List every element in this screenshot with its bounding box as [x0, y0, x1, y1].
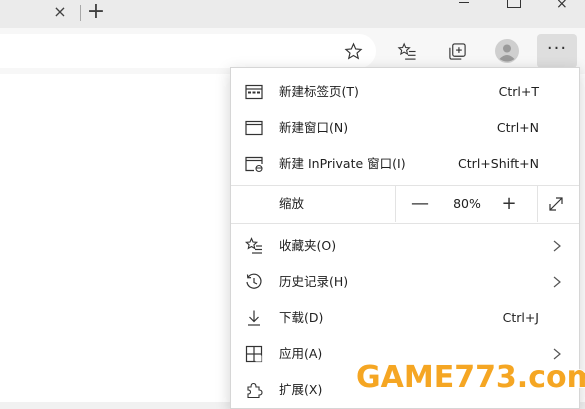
zoom-out-button[interactable]: — [407, 186, 433, 222]
game773-watermark-logo: GAME773.com [355, 359, 585, 396]
profile-icon[interactable] [495, 39, 519, 63]
menu-item-label: 历史记录(H) [279, 274, 349, 289]
tab-strip: × + × [0, 0, 585, 28]
menu-item-shortcut: Ctrl+Shift+N [458, 156, 539, 171]
menu-item-label: 新建 InPrivate 窗口(I) [279, 156, 406, 171]
tab-close-button[interactable]: × [52, 4, 68, 20]
more-icon: ··· [546, 38, 568, 59]
extensions-icon [247, 382, 263, 399]
apps-icon [245, 345, 263, 363]
new-tab-icon [245, 84, 263, 100]
watermark-text: GAME773.com [356, 360, 585, 395]
zoom-value: 80% [453, 196, 481, 211]
menu-item-favorites[interactable]: 收藏夹(O) [231, 228, 579, 264]
history-icon [246, 273, 262, 289]
zoom-divider [537, 186, 538, 222]
menu-item-history[interactable]: 历史记录(H) [231, 264, 579, 300]
close-window-button[interactable]: × [556, 0, 568, 12]
menu-item-new-tab[interactable]: 新建标签页(T) Ctrl+T [231, 74, 579, 110]
zoom-label: 缩放 [279, 196, 305, 211]
menu-item-label: 下载(D) [279, 310, 324, 325]
new-tab-button[interactable]: + [86, 1, 106, 23]
menu-item-label: 新建窗口(N) [279, 120, 349, 135]
chevron-right-icon [553, 240, 561, 252]
fullscreen-icon[interactable] [547, 195, 565, 213]
favorites-icon[interactable] [397, 42, 417, 61]
settings-and-more-button[interactable]: ··· [537, 34, 577, 68]
chevron-right-icon [553, 276, 561, 288]
menu-item-shortcut: Ctrl+J [502, 310, 539, 325]
menu-item-new-window[interactable]: 新建窗口(N) Ctrl+N [231, 110, 579, 146]
maximize-button[interactable] [507, 0, 521, 8]
menu-item-shortcut: Ctrl+N [496, 120, 539, 135]
menu-item-label: 应用(A) [279, 346, 323, 361]
menu-item-downloads[interactable]: 下载(D) Ctrl+J [231, 300, 579, 336]
inprivate-icon [245, 156, 263, 173]
collections-icon[interactable] [448, 42, 467, 61]
menu-item-new-inprivate-window[interactable]: 新建 InPrivate 窗口(I) Ctrl+Shift+N [231, 146, 579, 182]
zoom-row: 缩放 — 80% + [231, 186, 579, 222]
zoom-divider [395, 186, 396, 222]
menu-separator [231, 223, 579, 224]
menu-item-label: 新建标签页(T) [279, 84, 359, 99]
address-bar[interactable] [0, 34, 376, 68]
minimize-button[interactable] [450, 0, 480, 8]
menu-item-label: 扩展(X) [279, 382, 323, 397]
star-icon[interactable] [344, 42, 363, 61]
menu-item-label: 收藏夹(O) [279, 238, 337, 253]
new-window-icon [245, 120, 263, 136]
menu-item-shortcut: Ctrl+T [498, 84, 539, 99]
tab-separator [80, 5, 81, 21]
zoom-in-button[interactable]: + [496, 186, 522, 222]
favorites-icon [245, 237, 262, 254]
download-icon [248, 310, 260, 326]
